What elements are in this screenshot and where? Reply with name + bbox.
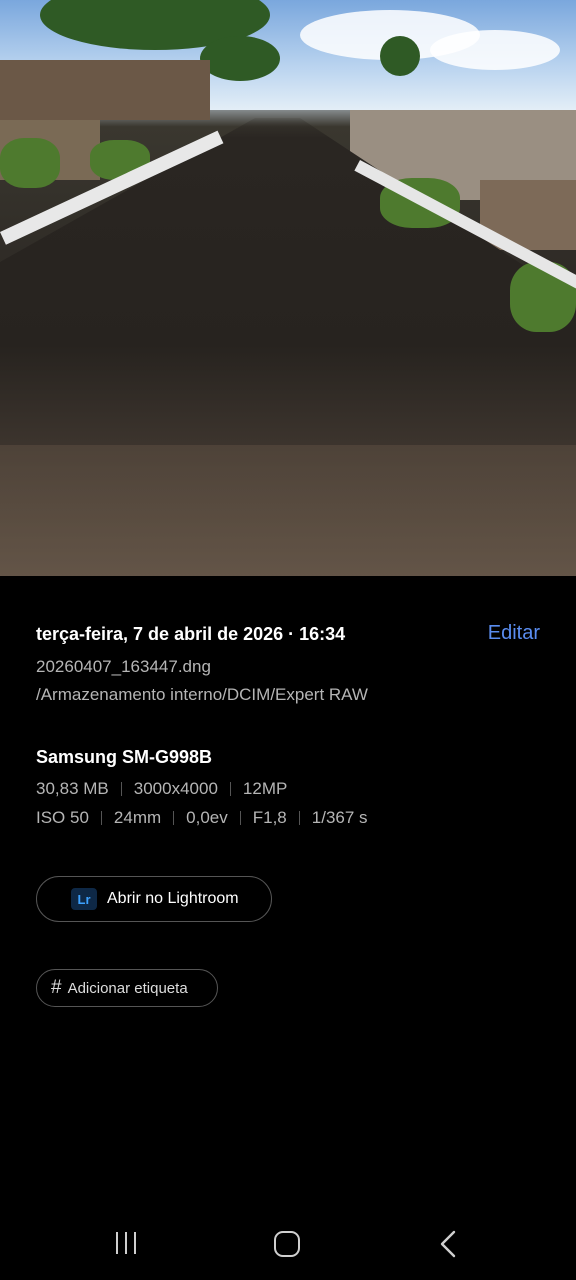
add-tag-label: Adicionar etiqueta — [67, 979, 188, 997]
exposure-specs-row: ISO 50 24mm 0,0ev F1,8 1/367 s — [36, 808, 368, 828]
exposure-value: 0,0ev — [186, 808, 228, 827]
recents-icon — [125, 1232, 127, 1254]
photo-grass — [0, 138, 60, 188]
resolution: 3000x4000 — [133, 779, 218, 798]
divider — [173, 811, 175, 825]
back-icon — [440, 1230, 456, 1258]
divider — [298, 811, 300, 825]
photo-shadow — [0, 445, 576, 576]
photo-cloud — [430, 30, 560, 70]
system-navigation-bar — [0, 1200, 576, 1280]
photo-date-time: terça-feira, 7 de abril de 2026 · 16:34 — [36, 624, 346, 644]
home-button[interactable] — [266, 1228, 306, 1260]
divider — [120, 782, 122, 796]
hashtag-icon: # — [51, 977, 62, 998]
recents-icon — [116, 1232, 118, 1254]
edit-button[interactable]: Editar — [488, 622, 540, 645]
photo-tombs-left — [0, 60, 210, 120]
divider — [229, 782, 231, 796]
camera-device: Samsung SM-G998B — [36, 747, 213, 767]
aperture: F1,8 — [252, 808, 287, 827]
photo-preview[interactable] — [0, 0, 576, 576]
lightroom-icon: Lr — [71, 888, 97, 910]
file-size: 30,83 MB — [36, 779, 109, 798]
photo-trees — [380, 36, 420, 76]
photo-trees — [200, 36, 280, 81]
divider — [239, 811, 241, 825]
recent-apps-button[interactable] — [106, 1228, 146, 1260]
open-lightroom-button[interactable]: Lr Abrir no Lightroom — [36, 876, 272, 922]
details-panel — [0, 576, 576, 1280]
recents-icon — [134, 1232, 136, 1254]
megapixels: 12MP — [242, 779, 288, 798]
home-icon — [274, 1231, 300, 1257]
add-tag-button[interactable]: # Adicionar etiqueta — [36, 969, 218, 1007]
back-button[interactable] — [430, 1228, 470, 1260]
file-specs-row: 30,83 MB 3000x4000 12MP — [36, 779, 287, 799]
open-lightroom-label: Abrir no Lightroom — [107, 890, 239, 907]
file-path: /Armazenamento interno/DCIM/Expert RAW — [36, 685, 368, 704]
iso-value: ISO 50 — [36, 808, 89, 827]
divider — [100, 811, 102, 825]
shutter-speed: 1/367 s — [311, 808, 368, 827]
file-name: 20260407_163447.dng — [36, 657, 211, 676]
focal-length: 24mm — [113, 808, 162, 827]
